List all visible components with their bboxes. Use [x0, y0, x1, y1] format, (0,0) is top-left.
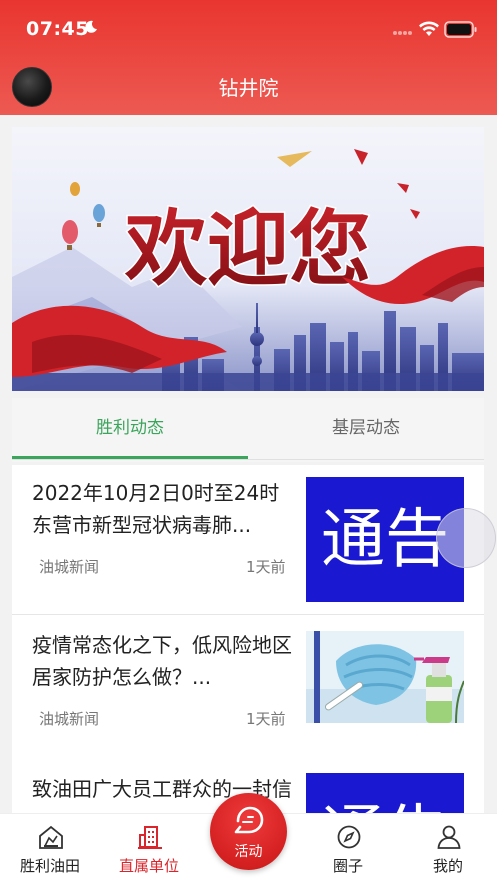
app-screen: 07:45 钻井院 欢迎您 胜利动态 基层动态 2022年10月2日0时至24时…: [0, 0, 497, 883]
news-thumbnail: 通告: [306, 773, 464, 815]
floating-assistive-button[interactable]: [436, 508, 496, 568]
tabbar-label: 直属单位: [118, 857, 179, 875]
thumb-notice-text: 通告: [321, 503, 449, 577]
battery-icon: [444, 21, 477, 38]
status-time: 07:45: [26, 18, 89, 40]
activity-label: 活动: [234, 844, 263, 860]
news-title: 疫情常态化之下，低风险地区居家防护怎么做？...: [32, 633, 292, 689]
tab-shengli-news[interactable]: 胜利动态: [12, 398, 248, 458]
banner-headline: 欢迎您: [124, 201, 371, 297]
news-tabs: 胜利动态 基层动态: [12, 398, 484, 462]
news-source: 油城新闻: [39, 558, 100, 576]
compass-icon: [337, 825, 361, 849]
tabbar-item-mine[interactable]: 我的: [403, 814, 493, 883]
tab-divider: [12, 459, 484, 460]
news-time: 1天前: [246, 710, 286, 728]
tabbar-label: 我的: [432, 857, 463, 875]
moon-icon: [85, 20, 97, 33]
tab-grassroots-news[interactable]: 基层动态: [248, 398, 484, 458]
list-item[interactable]: 2022年10月2日0时至24时东营市新型冠状病毒肺... 油城新闻 1天前 通…: [12, 465, 484, 615]
tabbar-label: 圈子: [332, 857, 363, 875]
building-icon: [138, 826, 162, 849]
activity-button[interactable]: 活动: [210, 793, 287, 870]
person-icon: [437, 825, 461, 849]
news-list: 2022年10月2日0时至24时东营市新型冠状病毒肺... 油城新闻 1天前 通…: [12, 465, 484, 815]
welcome-banner[interactable]: 欢迎您: [12, 127, 484, 391]
tabbar-item-oilfield[interactable]: 胜利油田: [5, 814, 95, 883]
wifi-icon: [419, 21, 439, 36]
tabbar-item-circle[interactable]: 圈子: [303, 814, 393, 883]
news-source: 油城新闻: [39, 710, 100, 728]
list-item[interactable]: 疫情常态化之下，低风险地区居家防护怎么做？... 油城新闻 1天前: [12, 617, 484, 767]
page-title: 钻井院: [218, 76, 279, 100]
status-bar: 07:45: [0, 0, 497, 58]
tabbar-label: 胜利油田: [19, 857, 80, 875]
signal-dots-icon: [393, 31, 412, 35]
tabbar-item-units[interactable]: 直属单位: [104, 814, 194, 883]
oilfield-icon: [39, 825, 63, 849]
news-time: 1天前: [246, 558, 286, 576]
news-title: 2022年10月2日0时至24时东营市新型冠状病毒肺...: [32, 481, 280, 537]
news-thumbnail: [306, 631, 464, 723]
activity-icon: [234, 806, 264, 834]
header: 07:45 钻井院: [0, 0, 497, 115]
banner-illustration: 欢迎您: [12, 127, 484, 391]
